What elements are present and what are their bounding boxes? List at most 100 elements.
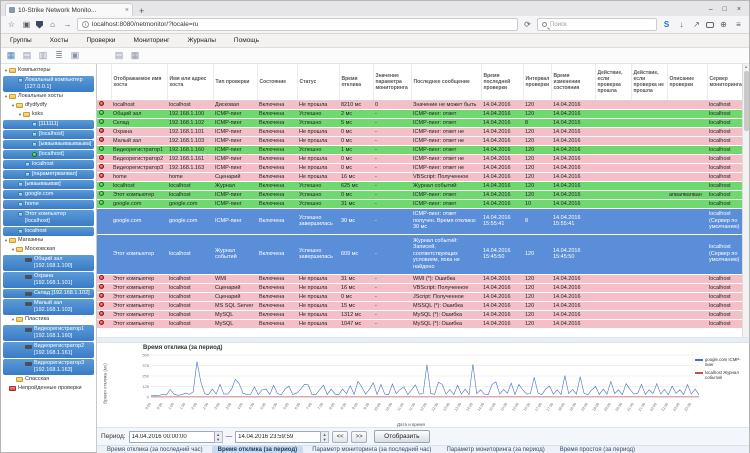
tree-item-14[interactable]: Этот компьютер [localhost] <box>3 210 94 226</box>
column-header-6[interactable]: Значение параметра мониторинга <box>373 64 411 100</box>
table-row[interactable]: Видеорегистратор3192.168.1.163ICMP-пингВ… <box>97 163 743 172</box>
tab-close-icon[interactable]: × <box>125 7 129 14</box>
chat-bubble-icon[interactable] <box>706 22 714 28</box>
tree-item-6[interactable]: [localhost] <box>3 130 94 139</box>
tree-item-24[interactable]: Видеорегистратор2 [192.168.1.161] <box>3 342 94 358</box>
site-info-icon[interactable]: i <box>82 21 89 28</box>
period-from-spinner[interactable]: ▲▼ <box>215 431 223 443</box>
browser-tab[interactable]: 10-Strike Network Monito... × <box>5 3 133 16</box>
tree-item-7[interactable]: [ываываываываыва] <box>3 140 94 149</box>
period-prev-button[interactable]: << <box>332 431 348 443</box>
tree-item-12[interactable]: google.com <box>3 190 94 199</box>
url-bar[interactable]: i localhost:8080/netmonitor/?locale=ru <box>77 18 518 31</box>
menu-item-2[interactable]: Проверки <box>77 35 124 46</box>
table-row[interactable]: google.comgoogle.comICMP-пингВключенаУсп… <box>97 208 743 234</box>
extension-s-icon[interactable]: S <box>661 20 672 29</box>
scrollbar-thumb[interactable] <box>744 71 749 131</box>
column-header-2[interactable]: Тип проверки <box>213 64 257 100</box>
tree-item-10[interactable]: [параметрвапвап] <box>3 170 94 179</box>
reload-icon[interactable]: ⟳ <box>522 20 533 29</box>
bottom-tab-2[interactable]: Параметр мониторинга (за последний час) <box>306 446 437 453</box>
sidebar-toolbar-icon-3[interactable]: ≣ <box>53 50 65 61</box>
menu-item-0[interactable]: Группы <box>1 35 41 46</box>
globe-icon[interactable]: ⊕ <box>718 20 729 29</box>
tree-item-19[interactable]: Охрана [192.168.1.101] <box>3 272 94 288</box>
table-row[interactable]: Этот компьютерlocalhostСценарийВключенаН… <box>97 292 743 301</box>
tree-item-21[interactable]: Малый зал [192.168.1.103] <box>3 299 94 315</box>
table-row[interactable]: Этот компьютерlocalhostСценарийВключенаН… <box>97 283 743 292</box>
library-tray-icon[interactable]: ▣ <box>21 20 32 29</box>
tree-item-27[interactable]: Непройденные проверки <box>1 384 96 393</box>
column-header-8[interactable]: Время последней проверки <box>481 64 523 100</box>
table-row[interactable]: Общий зал192.168.1.100ICMP-пингВключенаУ… <box>97 109 743 118</box>
column-header-4[interactable]: Статус <box>297 64 339 100</box>
bookmark-star-icon[interactable]: ☆ <box>6 20 17 29</box>
tree-item-1[interactable]: Локальный компьютер [127.0.0.1] <box>3 76 94 92</box>
tree-item-15[interactable]: localhost <box>3 227 94 236</box>
table-row[interactable]: localhostlocalhostЖурналВключенаУспешно6… <box>97 181 743 190</box>
table-row[interactable]: Этот компьютерlocalhostMySQLВключенаНе п… <box>97 319 743 328</box>
column-header-1[interactable]: Имя или адрес хоста <box>167 64 213 100</box>
window-close-button[interactable]: × <box>737 6 741 13</box>
tree-item-23[interactable]: Видеорегистратор1 [192.168.1.160] <box>3 325 94 341</box>
send-tab-icon[interactable]: ↗ <box>691 20 702 29</box>
display-button[interactable]: Отобразить <box>374 430 429 443</box>
sidebar-toolbar-icon-2[interactable]: ▥ <box>37 50 49 61</box>
table-row[interactable]: Этот компьютерlocalhostMS SQL ServerВклю… <box>97 301 743 310</box>
new-tab-button[interactable]: + <box>133 6 150 16</box>
column-header-11[interactable]: Действие, если проверка прошла <box>595 64 631 100</box>
tree-item-4[interactable]: ▼ksks <box>1 110 96 119</box>
sidebar-toolbar-icon-1[interactable]: ▤ <box>21 50 33 61</box>
column-header-10[interactable]: Время изменения состояния <box>551 64 595 100</box>
table-row[interactable]: Видеорегистратор2192.168.1.161ICMP-пингВ… <box>97 154 743 163</box>
table-row[interactable]: Охрана192.168.1.101ICMP-пингВключенаНе п… <box>97 127 743 136</box>
period-to-input[interactable] <box>235 431 321 443</box>
tree-item-16[interactable]: ▼Магазины <box>1 236 96 245</box>
bottom-tab-4[interactable]: Время простоя (за период) <box>554 446 641 453</box>
period-next-button[interactable]: >> <box>351 431 367 443</box>
forward-arrow-icon[interactable]: → <box>62 20 73 29</box>
table-row[interactable]: homehomeСценарийВключенаНе прошла16 мс-V… <box>97 172 743 181</box>
tree-item-5[interactable]: [111111] <box>3 120 94 129</box>
tree-item-18[interactable]: Общий зал [192.168.1.100] <box>3 255 94 271</box>
sidebar-toolbar-icon-4[interactable]: ▣ <box>69 50 81 61</box>
column-header-13[interactable]: Описание проверки <box>667 64 707 100</box>
menu-item-5[interactable]: Помощь <box>225 35 268 46</box>
menu-item-3[interactable]: Мониторинг <box>124 35 178 46</box>
bottom-tab-0[interactable]: Время отклика (за последний час) <box>101 446 209 453</box>
table-row[interactable]: Склад192.168.1.102ICMP-пингВключенаУспеш… <box>97 118 743 127</box>
table-row[interactable]: Этот компьютерlocalhostWMIВключенаНе про… <box>97 274 743 283</box>
tree-item-13[interactable]: home <box>3 200 94 209</box>
window-maximize-button[interactable]: □ <box>723 6 727 13</box>
table-row[interactable]: localhostlocalhostДисковаяВключенаНе про… <box>97 100 743 109</box>
column-header-14[interactable]: Сервер мониторинга <box>707 64 743 100</box>
column-header-9[interactable]: Интервал проверки <box>523 64 551 100</box>
tree-item-25[interactable]: Видеорегистратор3 [192.168.1.163] <box>3 359 94 375</box>
column-header-12[interactable]: Действие, если проверка не прошла <box>631 64 667 100</box>
grid-toolbar-icon-0[interactable]: ▤ <box>113 50 125 61</box>
sidebar-toolbar-icon-0[interactable]: ▦ <box>5 50 17 61</box>
tree-item-3[interactable]: ▼dfydfydfy <box>1 101 96 110</box>
downloads-icon[interactable]: ↓ <box>676 20 687 29</box>
tree-item-0[interactable]: ▼Компьютеры <box>1 66 96 75</box>
tree-item-8[interactable]: [localhost] <box>3 150 94 159</box>
home-icon[interactable]: ⌂ <box>47 20 58 29</box>
column-header-0[interactable]: Отображаемое имя хоста <box>111 64 167 100</box>
tree-item-22[interactable]: ▼Пластика <box>1 315 96 324</box>
tree-item-11[interactable]: [ываываывав] <box>3 180 94 189</box>
grid-toolbar-icon-1[interactable]: ▦ <box>129 50 141 61</box>
period-to-spinner[interactable]: ▲▼ <box>321 431 329 443</box>
period-from-input[interactable] <box>129 431 215 443</box>
search-input[interactable]: Поиск <box>537 18 657 31</box>
tree-item-9[interactable]: localhost <box>3 160 94 169</box>
table-row[interactable]: Видеорегистратор1192.168.1.160ICMP-пингВ… <box>97 145 743 154</box>
tracking-shield-icon[interactable] <box>36 21 43 29</box>
tree-item-2[interactable]: ▼Локальные хосты <box>1 92 96 101</box>
tree-item-17[interactable]: ▼Московская <box>1 245 96 254</box>
menu-item-4[interactable]: Журналы <box>179 35 225 46</box>
table-row[interactable]: Этот компьютерlocalhostMySQLВключенаНе п… <box>97 310 743 319</box>
column-header-7[interactable]: Последнее сообщение <box>411 64 481 100</box>
vertical-scrollbar[interactable]: ▲ <box>742 64 749 337</box>
table-row[interactable]: google.comgoogle.comICMP-пингВключенаУсп… <box>97 199 743 208</box>
window-minimize-button[interactable]: – <box>709 6 713 13</box>
